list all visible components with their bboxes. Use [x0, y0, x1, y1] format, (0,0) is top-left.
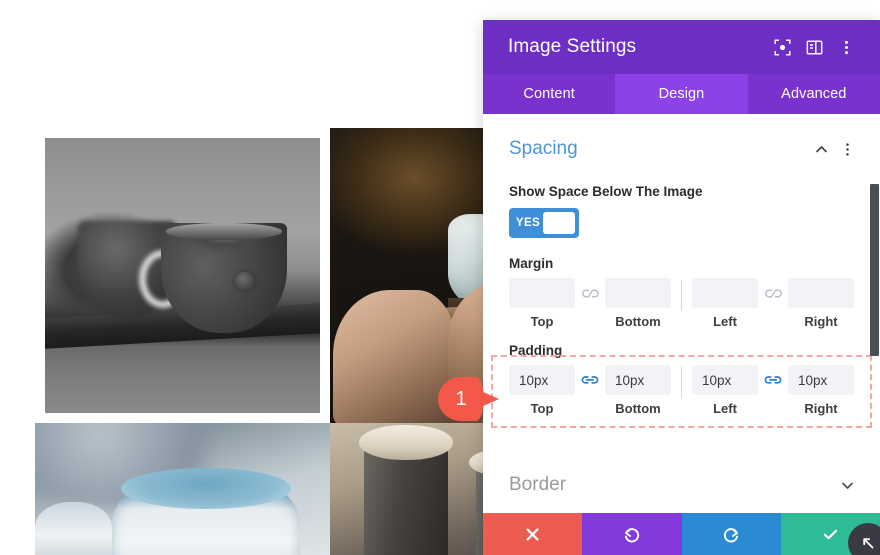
- layout-panel-icon[interactable]: [798, 31, 830, 63]
- margin-right-field: Right: [788, 278, 854, 329]
- tab-design[interactable]: Design: [615, 74, 748, 114]
- panel-body: Spacing Show Space Below The Image YES M…: [483, 114, 880, 533]
- screen: 1 Image Settings Content Design Advanced…: [0, 0, 880, 555]
- padding-left-input[interactable]: [692, 365, 758, 395]
- show-space-below-toggle-wrap: YES: [483, 199, 880, 238]
- margin-top-caption: Top: [530, 314, 554, 329]
- margin-top-input[interactable]: [509, 278, 575, 308]
- panel-scrollbar[interactable]: [870, 116, 879, 531]
- more-vertical-icon[interactable]: [830, 31, 862, 63]
- margin-left-field: Left: [692, 278, 758, 329]
- gallery-image-1[interactable]: [35, 128, 330, 423]
- undo-button[interactable]: [582, 513, 682, 555]
- toggle-value-label: YES: [515, 217, 541, 229]
- padding-top-input[interactable]: [509, 365, 575, 395]
- panel-title: Image Settings: [508, 36, 637, 57]
- focus-target-icon[interactable]: [766, 31, 798, 63]
- margin-horizontal-broken-link-icon[interactable]: [758, 278, 788, 308]
- margin-horizontal-pair: Left Right: [692, 278, 854, 329]
- margin-right-input[interactable]: [788, 278, 854, 308]
- chevron-up-icon[interactable]: [808, 136, 834, 162]
- padding-divider: [681, 367, 682, 398]
- small-bowl-shape: [35, 502, 112, 555]
- margin-divider: [681, 280, 682, 311]
- padding-bottom-input[interactable]: [605, 365, 671, 395]
- margin-left-caption: Left: [713, 314, 737, 329]
- annotation-marker-1: 1: [438, 377, 500, 421]
- redo-button[interactable]: [681, 513, 781, 555]
- padding-right-field: Right: [788, 365, 854, 416]
- padding-left-caption: Left: [713, 401, 737, 416]
- margin-bottom-field: Bottom: [605, 278, 671, 329]
- vase-left-shape: [358, 425, 453, 555]
- gallery-image-1-photo: [45, 138, 320, 413]
- padding-fields: Top Bottom: [509, 365, 854, 416]
- margin-bottom-caption: Bottom: [615, 314, 661, 329]
- margin-left-input[interactable]: [692, 278, 758, 308]
- margin-top-field: Top: [509, 278, 575, 329]
- padding-horizontal-pair: Left Right: [692, 365, 854, 416]
- padding-label: Padding: [509, 343, 563, 358]
- cancel-button[interactable]: [483, 513, 583, 555]
- padding-group: Padding Top: [483, 329, 880, 428]
- margin-label: Margin: [509, 256, 554, 271]
- padding-right-input[interactable]: [788, 365, 854, 395]
- padding-bottom-field: Bottom: [605, 365, 671, 416]
- marker-number: 1: [455, 388, 467, 410]
- panel-footer: [483, 513, 880, 555]
- image-settings-panel: Image Settings Content Design Advanced S…: [483, 20, 880, 555]
- blue-bowl-shape: [111, 467, 301, 555]
- padding-left-field: Left: [692, 365, 758, 416]
- tab-advanced[interactable]: Advanced: [748, 74, 880, 114]
- rose-relief-shape: [233, 271, 256, 291]
- toggle-knob: [543, 212, 575, 234]
- panel-tabs: Content Design Advanced: [483, 74, 880, 114]
- padding-top-field: Top: [509, 365, 575, 416]
- gallery-image-3[interactable]: [35, 423, 330, 555]
- margin-group: Margin Top Bottom Left Right: [483, 238, 880, 329]
- panel-scrollbar-thumb[interactable]: [870, 184, 879, 356]
- show-space-below-toggle[interactable]: YES: [509, 208, 579, 238]
- padding-bottom-caption: Bottom: [615, 401, 661, 416]
- chevron-down-icon[interactable]: [834, 472, 860, 498]
- margin-fields: Top Bottom Left Right: [509, 278, 854, 329]
- show-space-below-label: Show Space Below The Image: [509, 184, 703, 199]
- margin-vertical-broken-link-icon[interactable]: [575, 278, 605, 308]
- spacing-more-vertical-icon[interactable]: [834, 136, 860, 162]
- spacing-section-title: Spacing: [509, 138, 578, 159]
- border-section-header[interactable]: Border: [483, 450, 880, 498]
- margin-vertical-pair: Top Bottom: [509, 278, 671, 329]
- padding-right-caption: Right: [804, 401, 838, 416]
- padding-vertical-linked-chain-icon[interactable]: [575, 365, 605, 395]
- spacing-section-header[interactable]: Spacing: [483, 114, 880, 162]
- padding-vertical-pair: Top Bottom: [509, 365, 671, 416]
- margin-right-caption: Right: [804, 314, 838, 329]
- tab-content[interactable]: Content: [483, 74, 615, 114]
- margin-bottom-input[interactable]: [605, 278, 671, 308]
- border-section-title: Border: [509, 474, 567, 495]
- padding-top-caption: Top: [530, 401, 554, 416]
- padding-horizontal-linked-chain-icon[interactable]: [758, 365, 788, 395]
- panel-header: Image Settings: [483, 20, 880, 74]
